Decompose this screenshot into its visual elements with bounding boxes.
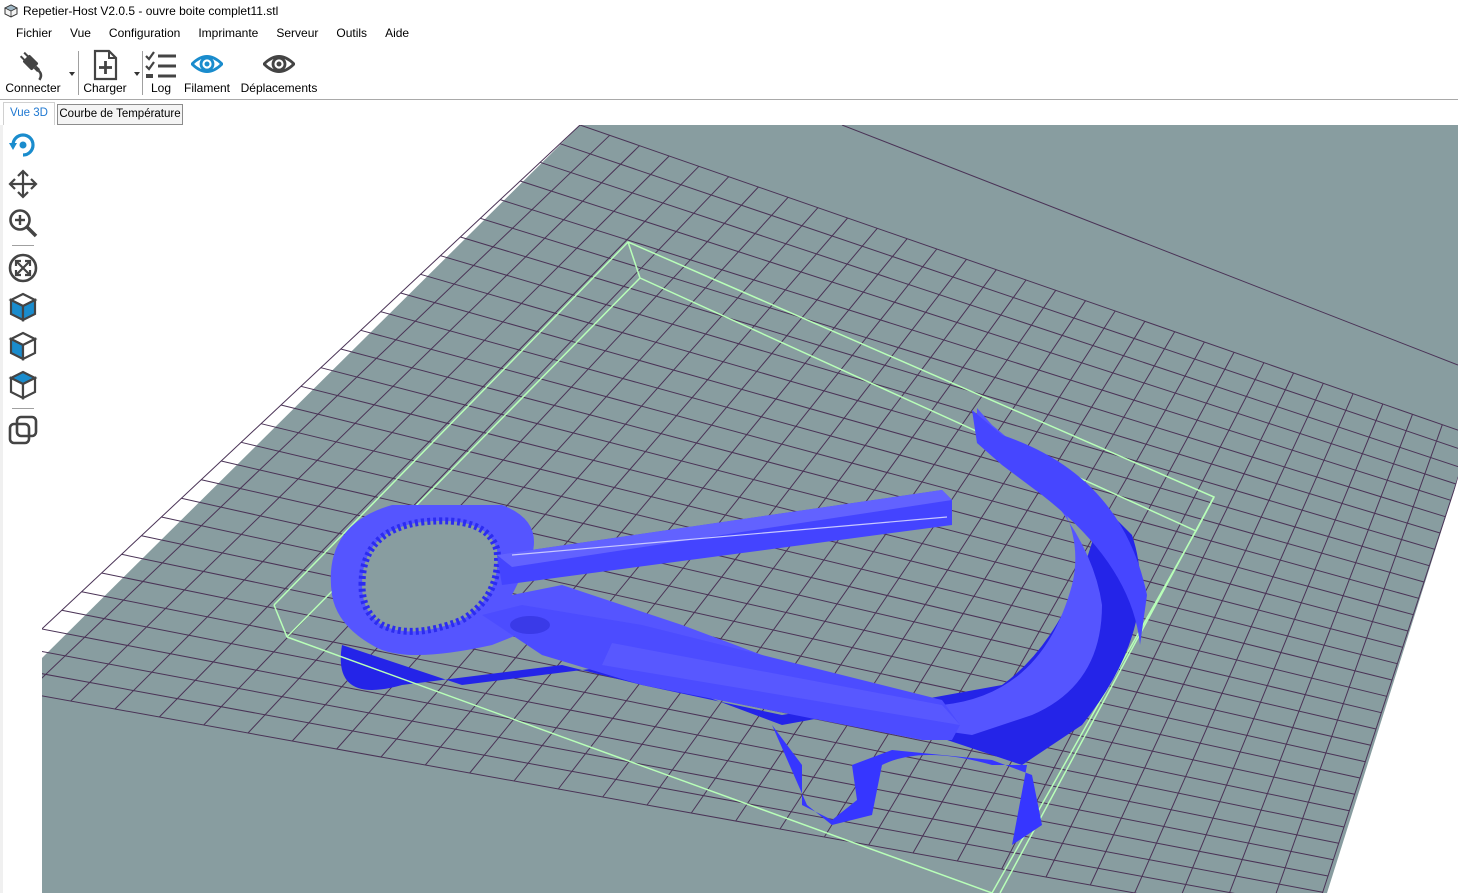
tab-bar: Vue 3D Courbe de Température [0, 100, 1458, 125]
log-label: Log [150, 81, 172, 95]
moves-label: Déplacements [240, 81, 318, 95]
toolbar-separator [78, 51, 79, 95]
3d-scene[interactable] [42, 125, 1458, 893]
tab-temperature-curve[interactable]: Courbe de Température [57, 104, 183, 125]
fit-view-icon[interactable] [7, 252, 39, 284]
moves-button[interactable]: Déplacements [238, 45, 320, 99]
toolbar: Connecter Charger Log Filament Déplaceme… [0, 45, 1458, 100]
iso-view-icon[interactable] [7, 291, 39, 323]
eye-icon [263, 55, 295, 73]
connect-dropdown-icon[interactable] [69, 71, 75, 77]
menu-configuration[interactable]: Configuration [100, 23, 189, 43]
3d-viewport[interactable] [42, 125, 1458, 893]
front-view-icon[interactable] [7, 330, 39, 362]
tool-separator [12, 408, 34, 409]
top-view-icon[interactable] [7, 369, 39, 401]
menu-outils[interactable]: Outils [327, 23, 376, 43]
connect-label: Connecter [5, 81, 61, 95]
rotate-icon[interactable] [7, 129, 39, 161]
eye-icon [191, 55, 223, 73]
move-icon[interactable] [7, 168, 39, 200]
load-button[interactable]: Charger [80, 45, 130, 99]
load-label: Charger [83, 81, 127, 95]
add-file-icon [93, 49, 118, 81]
tab-3d-view[interactable]: Vue 3D [3, 102, 55, 125]
title-bar: Repetier-Host V2.0.5 - ouvre boite compl… [0, 0, 1458, 22]
menu-fichier[interactable]: Fichier [7, 23, 61, 43]
load-dropdown-icon[interactable] [134, 71, 140, 77]
connect-button[interactable]: Connecter [2, 45, 64, 99]
filament-label: Filament [183, 81, 230, 95]
print-bed [42, 125, 1458, 893]
menu-vue[interactable]: Vue [61, 23, 100, 43]
zoom-icon[interactable] [7, 207, 39, 239]
app-icon [4, 4, 18, 18]
parallel-projection-icon[interactable] [7, 414, 39, 446]
filament-button[interactable]: Filament [182, 45, 232, 99]
menu-imprimante[interactable]: Imprimante [189, 23, 267, 43]
log-button[interactable]: Log [143, 45, 179, 99]
menu-serveur[interactable]: Serveur [267, 23, 327, 43]
checklist-icon [145, 51, 176, 78]
menu-bar: Fichier Vue Configuration Imprimante Ser… [0, 22, 1458, 44]
plug-icon [19, 51, 43, 81]
menu-aide[interactable]: Aide [376, 23, 418, 43]
tool-separator [12, 245, 34, 246]
window-title: Repetier-Host V2.0.5 - ouvre boite compl… [23, 4, 279, 18]
view-tools-panel [0, 125, 42, 893]
